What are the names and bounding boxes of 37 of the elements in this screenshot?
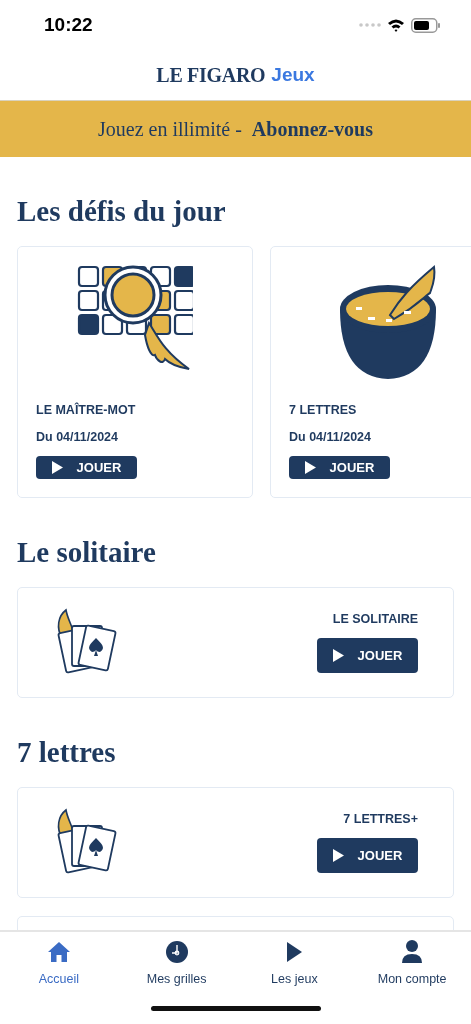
- game-title: 7 LETTRES: [289, 403, 358, 417]
- game-date: Du 04/11/2024: [36, 430, 119, 444]
- nav-tab[interactable]: Mon compte: [357, 940, 468, 986]
- play-button[interactable]: JOUER: [289, 456, 390, 479]
- section-title: Les défis du jour: [17, 195, 227, 228]
- clock-icon: [164, 940, 189, 964]
- section-title: Le solitaire: [17, 536, 157, 569]
- play-button[interactable]: JOUER: [317, 838, 418, 873]
- play-icon: [332, 849, 344, 862]
- logo: LE FIGARO: [156, 63, 266, 87]
- play-icon: [285, 940, 304, 964]
- banner-text: Jouez en illimité -: [98, 117, 242, 141]
- nav-tab[interactable]: Accueil: [3, 940, 114, 986]
- game-card[interactable]: 7 LETTRES+ JOUER: [17, 787, 454, 898]
- game-title: 7 LETTRES+: [343, 812, 418, 826]
- logo-suffix: Jeux: [271, 64, 315, 86]
- play-icon: [304, 461, 316, 474]
- game-card[interactable]: 7 LETTRES Du 04/11/2024 JOUER: [270, 246, 471, 498]
- battery-icon: [411, 17, 441, 33]
- section-title: 7 lettres: [17, 736, 117, 769]
- signal-icon: [359, 23, 381, 27]
- home-icon: [46, 940, 71, 964]
- subscribe-link[interactable]: Abonnez-vous: [251, 117, 373, 141]
- play-button[interactable]: JOUER: [36, 456, 137, 479]
- game-title: LE SOLITAIRE: [332, 612, 418, 626]
- person-icon: [401, 940, 424, 964]
- play-button[interactable]: JOUER: [317, 638, 418, 673]
- game-title: LE MAÎTRE-MOT: [36, 403, 137, 417]
- play-icon: [332, 649, 344, 662]
- game-card[interactable]: LE MAÎTRE-MOT Du 04/11/2024 JOUER: [17, 246, 253, 498]
- game-card[interactable]: LE SOLITAIRE JOUER: [17, 587, 454, 698]
- game-date: Du 04/11/2024: [289, 430, 372, 444]
- nav-tab[interactable]: Les jeux: [239, 940, 350, 986]
- play-icon: [51, 461, 63, 474]
- status-time: 10:22: [44, 14, 93, 36]
- nav-tab[interactable]: Mes grilles: [121, 940, 232, 986]
- wifi-icon: [387, 18, 405, 32]
